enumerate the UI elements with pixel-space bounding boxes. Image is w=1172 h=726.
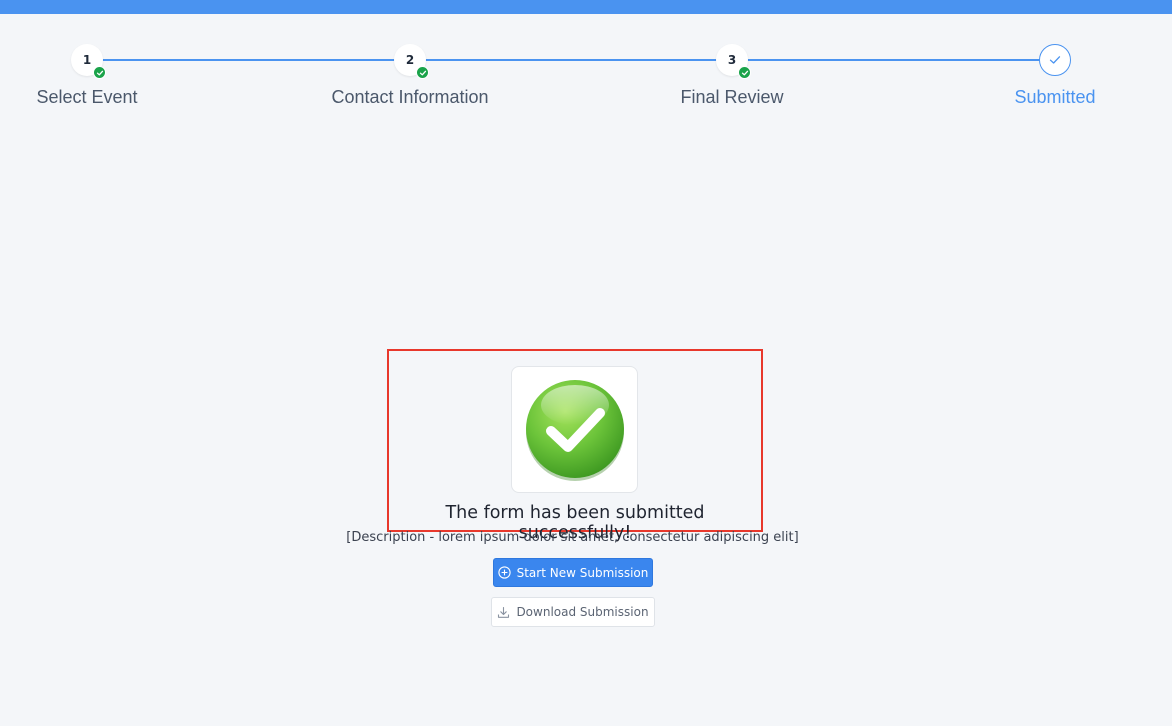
- step-select-event[interactable]: 1 Select Event: [0, 44, 187, 108]
- step-active-circle: [1039, 44, 1071, 76]
- step-number: 3: [727, 53, 737, 67]
- success-icon-card: [511, 366, 638, 493]
- download-submission-label: Download Submission: [516, 605, 649, 619]
- stepper-track-line: [87, 59, 1055, 61]
- completed-check-icon: [416, 66, 429, 79]
- step-number-circle: 1: [71, 44, 106, 79]
- start-new-submission-label: Start New Submission: [516, 565, 649, 580]
- download-submission-button[interactable]: Download Submission: [491, 597, 655, 627]
- download-icon: [498, 606, 510, 618]
- step-number: 1: [82, 53, 92, 67]
- step-label: Submitted: [1014, 87, 1096, 107]
- start-new-submission-button[interactable]: Start New Submission: [493, 558, 653, 587]
- success-description: [Description - lorem ipsum dolor sit ame…: [346, 530, 799, 545]
- success-check-icon: [525, 379, 624, 481]
- step-label: Contact Information: [331, 87, 489, 107]
- step-label: Select Event: [36, 87, 138, 107]
- plus-circle-icon: [497, 566, 511, 579]
- step-number: 2: [405, 53, 415, 67]
- progress-stepper: 1 Select Event 2 Contact Information 3 F…: [0, 0, 1172, 130]
- success-message-panel: The form has been submitted successfully…: [387, 349, 763, 543]
- completed-check-icon: [738, 66, 751, 79]
- step-number-circle: 2: [394, 44, 429, 79]
- step-number-circle: 3: [716, 44, 751, 79]
- step-final-review[interactable]: 3 Final Review: [632, 44, 832, 108]
- step-label: Final Review: [680, 87, 784, 107]
- check-icon: [1049, 56, 1061, 64]
- step-contact-information[interactable]: 2 Contact Information: [310, 44, 510, 108]
- completed-check-icon: [93, 66, 106, 79]
- step-submitted: Submitted: [955, 44, 1155, 108]
